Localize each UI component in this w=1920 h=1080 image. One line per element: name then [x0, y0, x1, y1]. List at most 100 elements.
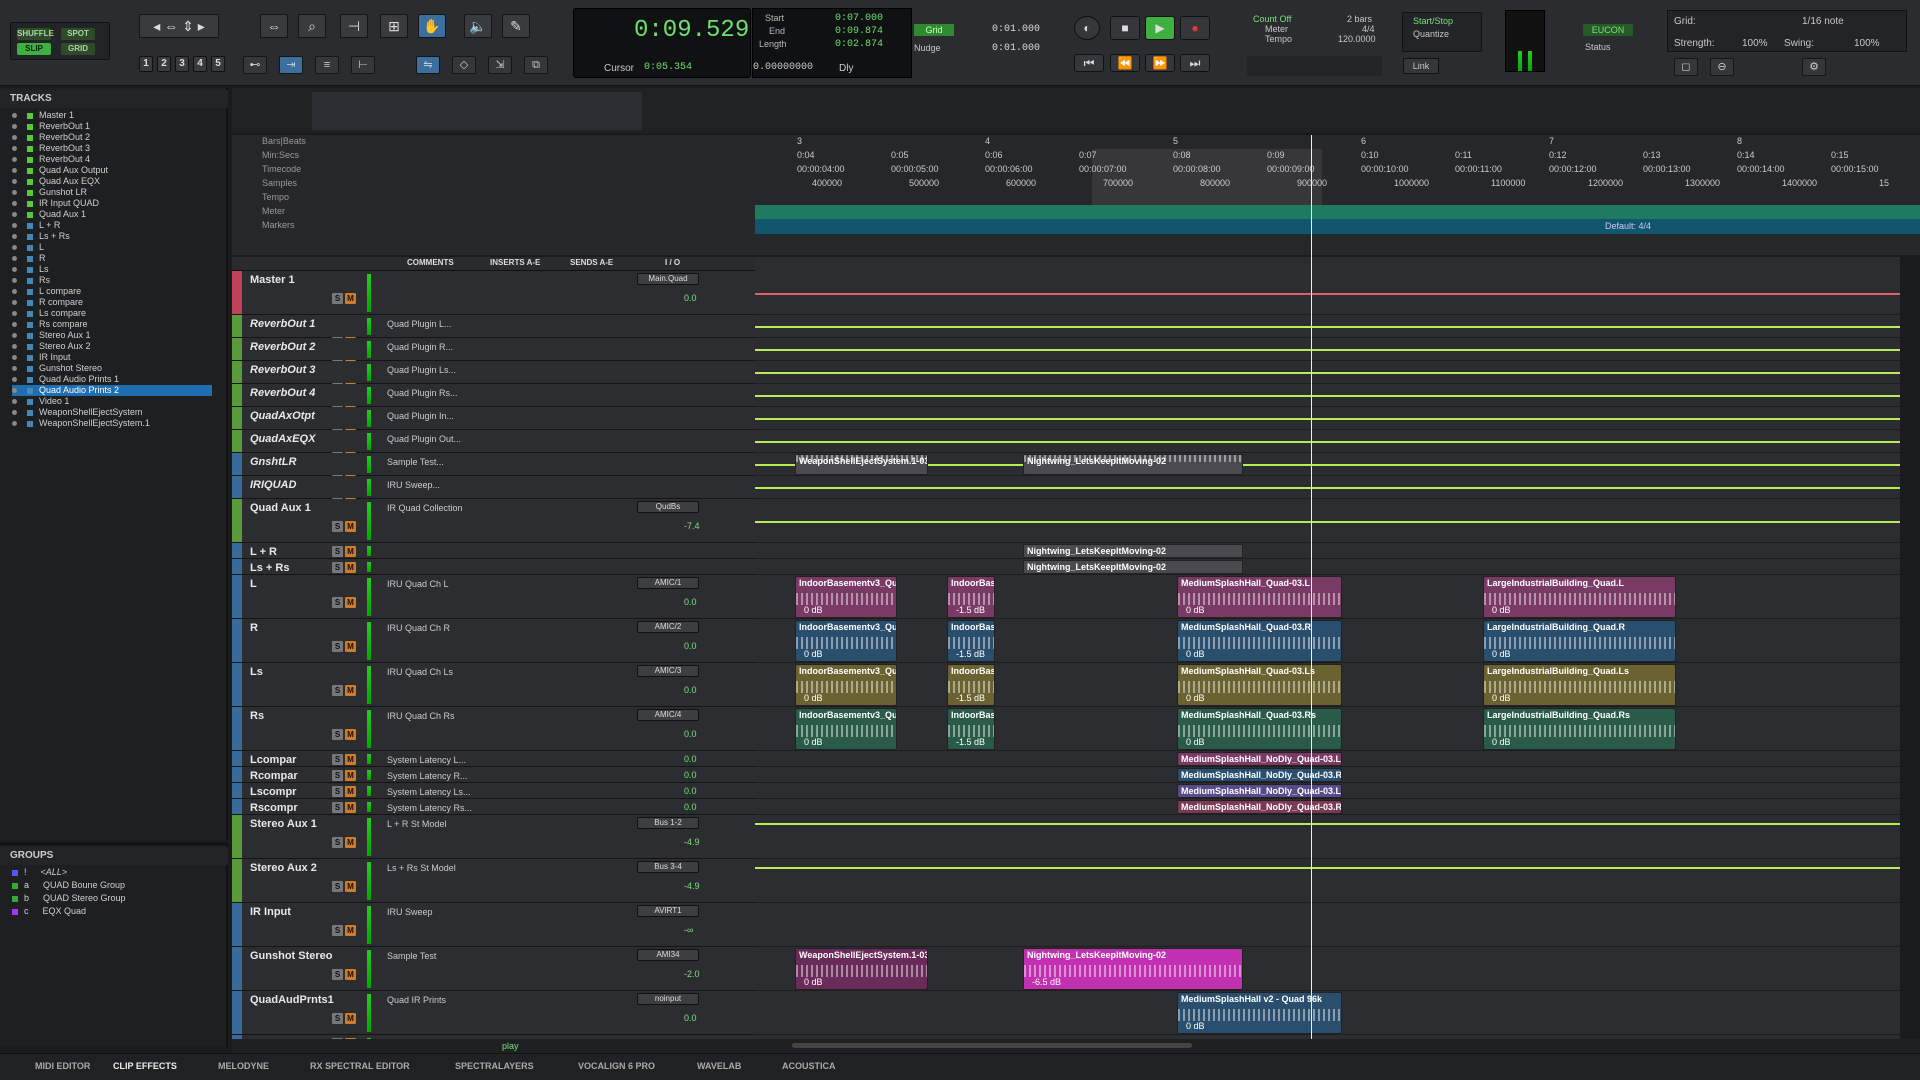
tracks-list-item[interactable]: Quad Audio Prints 2 [12, 385, 212, 396]
slip-mode-button[interactable]: SLIP [17, 43, 51, 55]
grid-value[interactable]: 0:01.000 [992, 24, 1040, 35]
track-comment[interactable]: IRU Quad Ch R [387, 623, 482, 633]
track-volume[interactable]: -4.9 [684, 837, 700, 847]
audio-clip[interactable]: MediumSplashHall_NoDly_Quad-03.Ls [1177, 784, 1342, 798]
zoom-in-icon[interactable]: ◻ [1674, 58, 1698, 76]
return-to-zero-icon[interactable]: ⏮ [1074, 54, 1104, 72]
track-row[interactable]: GnshtLRSMSample Test... [232, 453, 755, 486]
solo-button[interactable]: S [332, 1013, 343, 1024]
audio-clip[interactable]: LargeIndustrialBuilding_Quad.R 0 dB [1483, 620, 1676, 662]
track-volume[interactable]: 0.0 [684, 770, 697, 780]
audio-clip[interactable]: MediumSplashHall_NoDly_Quad-03.Rs [1177, 800, 1342, 814]
swing-value[interactable]: 100% [1854, 38, 1880, 49]
tracks-list-item[interactable]: Quad Audio Prints 1 [12, 374, 119, 385]
track-visible-icon[interactable] [12, 223, 17, 229]
link-button[interactable]: Link [1403, 58, 1439, 74]
track-name[interactable]: Rs [250, 710, 362, 722]
timeline-track-lane[interactable] [755, 338, 1900, 361]
track-comment[interactable]: Sample Test [387, 951, 482, 961]
bottom-tab[interactable]: ACOUSTICA [782, 1061, 836, 1071]
track-output-selector[interactable]: Main.Quad [637, 273, 699, 285]
tempo-ruler-bar[interactable] [755, 205, 1920, 219]
ruler-label[interactable]: Timecode [262, 164, 301, 174]
track-name[interactable]: QuadAudPrnts1 [250, 994, 362, 1006]
solo-button[interactable]: S [332, 802, 343, 813]
mute-button[interactable]: M [345, 729, 356, 740]
track-comment[interactable]: System Latency Ls... [387, 787, 482, 797]
clip-gain[interactable]: 0 dB [1492, 649, 1511, 659]
track-comment[interactable]: IR Quad Collection [387, 503, 482, 513]
solo-button[interactable]: S [332, 754, 343, 765]
solo-button[interactable]: S [332, 729, 343, 740]
bottom-tab[interactable]: CLIP EFFECTS [113, 1061, 177, 1071]
audio-clip[interactable]: WeaponShellEjectSystem.1-03 [795, 454, 928, 475]
main-counter-value[interactable]: 0:09.529 [634, 17, 749, 44]
track-output-selector[interactable]: Bus 3-4 [637, 861, 699, 873]
track-visible-icon[interactable] [12, 168, 17, 174]
mute-button[interactable]: M [345, 546, 356, 557]
io-column-header[interactable]: I / O [665, 258, 680, 267]
track-comment[interactable]: IRU Quad Ch Ls [387, 667, 482, 677]
timeline-track-lane[interactable] [755, 543, 1900, 559]
tracks-list-item[interactable]: Ls [12, 264, 49, 275]
clip-gain[interactable]: 0 dB [1492, 737, 1511, 747]
zoomer-tool-icon[interactable]: ⇔ [260, 14, 288, 38]
track-row[interactable]: ReverbOut 1SMQuad Plugin L... [232, 315, 755, 348]
track-name[interactable]: ReverbOut 3 [250, 364, 362, 376]
tracks-list-item[interactable]: L + R [12, 220, 60, 231]
bottom-tab[interactable]: VOCALIGN 6 PRO [578, 1061, 655, 1071]
track-visible-icon[interactable] [12, 157, 17, 163]
zoom-toggle-buttons[interactable]: ◂ ⇔ ⇕ ▸ [139, 14, 219, 38]
track-volume[interactable]: 0.0 [684, 597, 697, 607]
tracks-list-item[interactable]: L [12, 242, 44, 253]
track-comment[interactable]: System Latency R... [387, 771, 482, 781]
track-row[interactable]: Gunshot Stereo S M Sample Test AMI34 -2.0 [232, 947, 755, 991]
track-row[interactable]: L + RSM [232, 543, 755, 559]
audio-clip[interactable]: WeaponShellEjectSystem.1-03 0 dB [795, 948, 928, 990]
track-comment[interactable]: Quad Plugin Rs... [387, 388, 482, 398]
timeline-track-lane[interactable] [755, 815, 1900, 859]
automation-line[interactable] [755, 326, 1900, 328]
tracks-list-item[interactable]: R [12, 253, 46, 264]
clip-gain[interactable]: 0 dB [1492, 605, 1511, 615]
track-row[interactable]: QuadAxEQXSMQuad Plugin Out...0.0 [232, 430, 755, 463]
track-volume[interactable]: 0.0 [684, 685, 697, 695]
mute-button[interactable]: M [345, 685, 356, 696]
pencil-icon[interactable]: ✎ [502, 14, 530, 38]
audio-clip[interactable]: MediumSplashHall_NoDly_Quad-03.R [1177, 768, 1342, 782]
audio-clip[interactable]: MediumSplashHall_Quad-03.Rs 0 dB [1177, 708, 1342, 750]
bottom-tab[interactable]: RX SPECTRAL EDITOR [310, 1061, 410, 1071]
rewind-icon[interactable]: ⏪ [1110, 54, 1140, 72]
timeline-track-lane[interactable] [755, 859, 1900, 903]
timeline-track-lane[interactable] [755, 903, 1900, 947]
clip-gain[interactable]: 0 dB [804, 977, 823, 987]
mute-button[interactable]: M [345, 1013, 356, 1024]
clip-gain[interactable]: 0 dB [1186, 605, 1205, 615]
group-item[interactable]: b QUAD Stereo Group [12, 893, 126, 904]
track-visible-icon[interactable] [12, 179, 17, 185]
clip-gain[interactable]: 0 dB [1186, 737, 1205, 747]
midi-tools-icons[interactable] [1247, 56, 1382, 76]
track-visible-icon[interactable] [12, 278, 17, 284]
audio-clip[interactable]: Nightwing_LetsKeepItMoving-02 [1023, 544, 1243, 558]
track-output-selector[interactable]: QudBs [637, 501, 699, 513]
audio-clip[interactable]: IndoorBase -1.5 dB [947, 708, 995, 750]
audio-clip[interactable]: MediumSplashHall_Quad-03.L 0 dB [1177, 576, 1342, 618]
tracks-list-item[interactable]: Rs [12, 275, 50, 286]
track-comment[interactable]: Quad Plugin In... [387, 411, 482, 421]
eucon-button[interactable]: EUCON [1583, 24, 1633, 36]
tracks-list-item[interactable]: Video 1 [12, 396, 69, 407]
track-row[interactable]: Rs S M IRU Quad Ch Rs AMIC/4 0.0 [232, 707, 755, 751]
nudge-value[interactable]: 0:01.000 [992, 43, 1040, 54]
automation-line[interactable] [755, 823, 1900, 825]
solo-button[interactable]: S [332, 881, 343, 892]
mute-button[interactable]: M [345, 969, 356, 980]
audio-clip[interactable]: Nightwing_LetsKeepItMoving-02 [1023, 454, 1243, 475]
automation-line[interactable] [755, 349, 1900, 351]
timeline-track-lane[interactable] [755, 499, 1900, 543]
track-visible-icon[interactable] [12, 388, 17, 394]
track-name[interactable]: Stereo Aux 2 [250, 862, 362, 874]
track-name[interactable]: R [250, 622, 362, 634]
track-comment[interactable]: Quad Plugin L... [387, 319, 482, 329]
track-comment[interactable]: Sample Test... [387, 457, 482, 467]
